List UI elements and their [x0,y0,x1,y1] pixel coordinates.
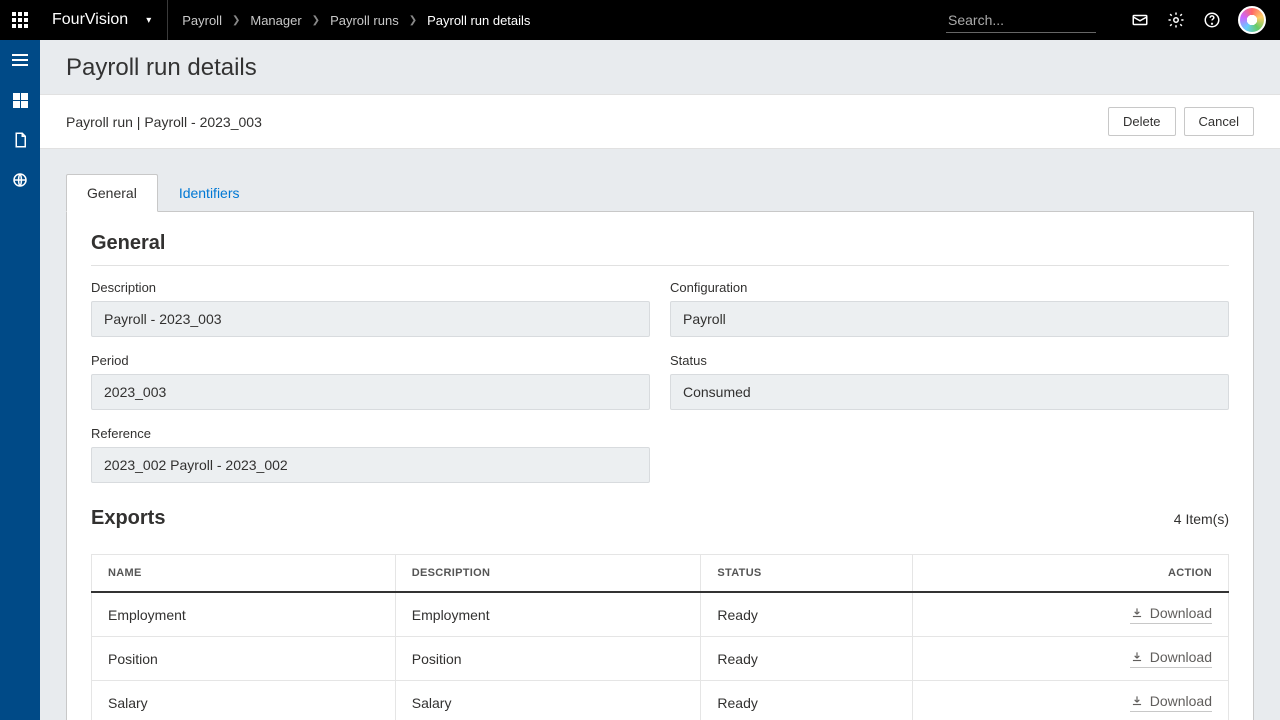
section-title-general: General [91,232,1229,255]
breadcrumb-item[interactable]: Payroll runs [330,13,399,28]
field-label-description: Description [91,280,650,295]
table-row: SalarySalaryReadyDownload [92,681,1229,720]
tab-general[interactable]: General [66,174,158,212]
chevron-down-icon: ▾ [146,15,151,26]
tab-panel-general: General Description Payroll - 2023_003 C… [66,212,1254,720]
cell-status: Ready [701,592,913,637]
cell-status: Ready [701,637,913,681]
download-label: Download [1150,605,1212,621]
sidebar-menu-toggle[interactable] [8,48,32,72]
search-wrap [946,8,1096,33]
app-launcher-icon[interactable] [0,0,40,40]
tab-identifiers[interactable]: Identifiers [158,174,261,212]
download-button[interactable]: Download [1130,693,1212,712]
section-title-exports: Exports [91,507,165,530]
chevron-right-icon: ❯ [232,15,240,26]
download-label: Download [1150,693,1212,709]
delete-button[interactable]: Delete [1108,107,1176,136]
topbar-icons [1096,6,1280,34]
sidebar-item-globe[interactable] [8,168,32,192]
gear-icon[interactable] [1166,10,1186,30]
col-status: STATUS [701,555,913,593]
breadcrumb-current: Payroll run details [427,13,530,28]
col-name: NAME [92,555,396,593]
sidebar-item-document[interactable] [8,128,32,152]
field-value-reference: 2023_002 Payroll - 2023_002 [91,447,650,483]
download-button[interactable]: Download [1130,605,1212,624]
field-label-status: Status [670,353,1229,368]
page-title: Payroll run details [66,54,1254,82]
chevron-right-icon: ❯ [409,15,417,26]
search-input[interactable] [946,8,1096,33]
download-icon [1130,650,1144,664]
field-value-configuration: Payroll [670,301,1229,337]
cell-description: Position [395,637,701,681]
items-count: 4 Item(s) [1174,511,1229,527]
field-value-description: Payroll - 2023_003 [91,301,650,337]
subheader: Payroll run | Payroll - 2023_003 Delete … [40,94,1280,149]
messages-icon[interactable] [1130,10,1150,30]
help-icon[interactable] [1202,10,1222,30]
table-row: PositionPositionReadyDownload [92,637,1229,681]
field-label-period: Period [91,353,650,368]
cell-status: Ready [701,681,913,720]
cell-description: Salary [395,681,701,720]
sidebar-item-home[interactable] [8,88,32,112]
chevron-right-icon: ❯ [312,15,320,26]
cell-description: Employment [395,592,701,637]
field-value-period: 2023_003 [91,374,650,410]
cancel-button[interactable]: Cancel [1184,107,1254,136]
top-bar: FourVision ▾ Payroll ❯ Manager ❯ Payroll… [0,0,1280,40]
table-row: EmploymentEmploymentReadyDownload [92,592,1229,637]
field-value-status: Consumed [670,374,1229,410]
breadcrumb-item[interactable]: Payroll [182,13,222,28]
cell-name: Position [92,637,396,681]
download-label: Download [1150,649,1212,665]
download-icon [1130,606,1144,620]
cell-name: Employment [92,592,396,637]
breadcrumb-item[interactable]: Manager [250,13,301,28]
cell-name: Salary [92,681,396,720]
content: Payroll run details Payroll run | Payrol… [40,40,1280,720]
sidebar [0,40,40,720]
exports-table: NAME DESCRIPTION STATUS ACTION Employmen… [91,554,1229,720]
tabs: General Identifiers [66,173,1254,212]
field-label-configuration: Configuration [670,280,1229,295]
record-label: Payroll run | Payroll - 2023_003 [66,114,262,130]
brand-label: FourVision [52,11,128,29]
breadcrumb: Payroll ❯ Manager ❯ Payroll runs ❯ Payro… [168,13,530,28]
col-action: ACTION [912,555,1228,593]
download-icon [1130,694,1144,708]
col-description: DESCRIPTION [395,555,701,593]
brand-switcher[interactable]: FourVision ▾ [40,0,168,40]
avatar[interactable] [1238,6,1266,34]
field-label-reference: Reference [91,426,650,441]
download-button[interactable]: Download [1130,649,1212,668]
